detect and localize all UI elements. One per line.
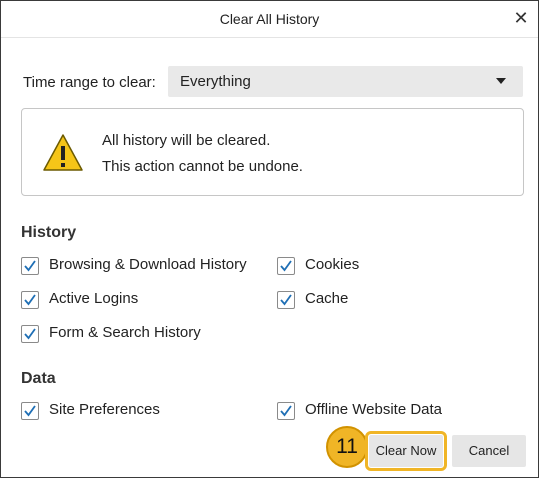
checkbox-label: Offline Website Data [305,401,443,418]
step-number-badge: 11 [326,426,368,468]
data-heading: Data [21,370,56,387]
checkbox-box[interactable] [277,291,295,309]
time-range-select[interactable]: Everything [168,66,523,97]
checkbox-label: Site Preferences [49,401,160,418]
dialog-title: Clear All History [219,11,320,27]
title-bar: Clear All History ✕ [1,1,538,38]
chevron-down-icon [496,78,506,84]
checkbox-label: Browsing & Download History [49,256,247,273]
warning-icon [43,134,83,171]
checkbox-label: Form & Search History [49,324,201,341]
checkbox-box[interactable] [21,257,39,275]
history-heading: History [21,224,77,241]
checkbox-box[interactable] [21,291,39,309]
warning-box: All history will be cleared. This action… [21,108,524,196]
checkbox-box[interactable] [277,402,295,420]
warning-line-2: This action cannot be undone. [102,158,303,175]
warning-line-1: All history will be cleared. [102,132,271,149]
checkbox-label: Cookies [305,256,360,273]
checkbox-box[interactable] [21,402,39,420]
checkbox-label: Cache [305,290,349,307]
checkbox-box[interactable] [277,257,295,275]
cancel-button[interactable]: Cancel [452,435,526,467]
close-icon[interactable]: ✕ [510,7,532,29]
clear-history-dialog: Clear All History ✕ Time range to clear:… [0,0,539,478]
checkbox-label: Active Logins [49,290,139,307]
checkbox-box[interactable] [21,325,39,343]
clear-now-button[interactable]: Clear Now [365,431,447,471]
time-range-value: Everything [180,73,251,90]
time-range-label: Time range to clear: [23,74,156,91]
